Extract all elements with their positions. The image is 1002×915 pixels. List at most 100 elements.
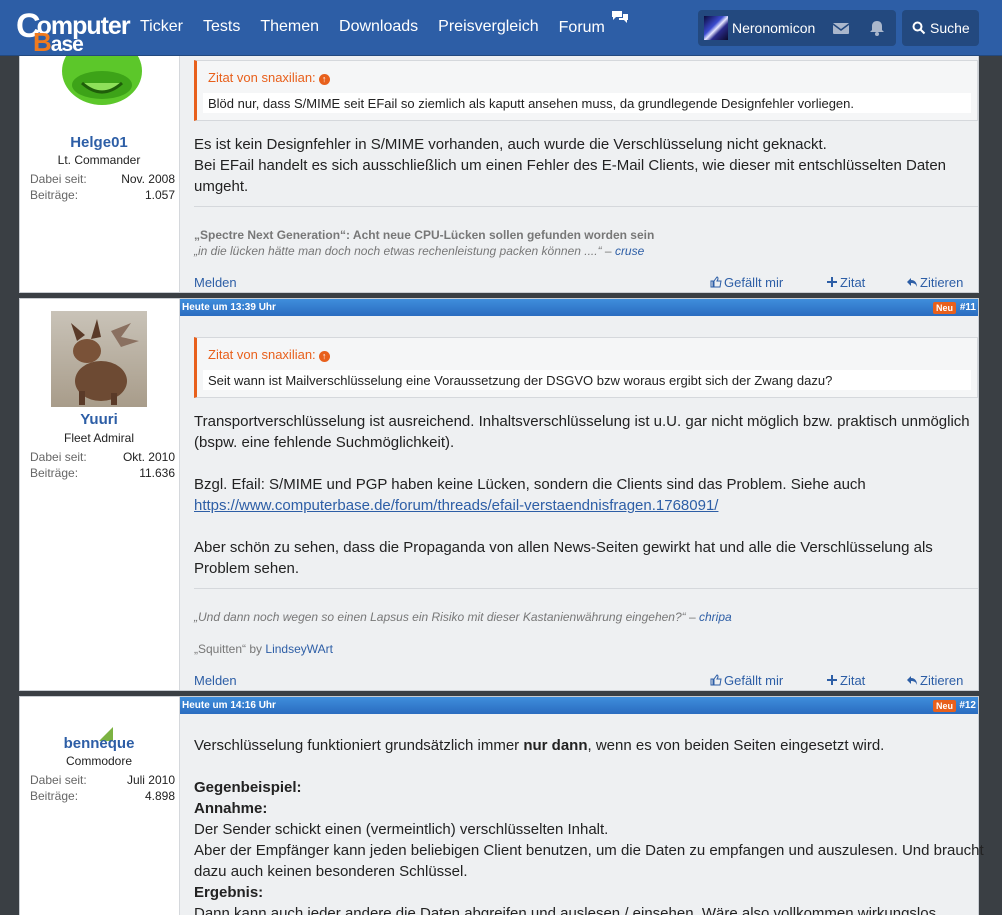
signature-separator: –: [685, 610, 699, 624]
post-paragraph: Dann kann auch jeder andere die Daten ab…: [194, 905, 941, 915]
section-heading: Annahme:: [194, 800, 268, 817]
since-label: Dabei seit:: [30, 773, 87, 787]
quote-label: Zitat: [840, 275, 866, 290]
since-label: Dabei seit:: [30, 172, 87, 186]
site-logo[interactable]: Computer Base: [16, 4, 131, 57]
post-header: Heute um 14:16 Uhr Neu #12: [180, 697, 978, 714]
reply-icon: [907, 278, 917, 287]
posts-value: 1.057: [144, 188, 175, 202]
plus-icon: [827, 675, 837, 685]
post-number[interactable]: #11: [960, 302, 976, 313]
post-body: Verschlüsselung funktioniert grundsätzli…: [194, 735, 984, 915]
main-nav: Ticker Tests Themen Downloads Preisvergl…: [140, 11, 649, 37]
nav-preisvergleich[interactable]: Preisvergleich: [438, 18, 538, 37]
post-paragraph: Transportverschlüsselung ist ausreichend…: [194, 413, 970, 451]
post-date[interactable]: Heute um 14:16 Uhr: [182, 700, 276, 711]
nav-tests[interactable]: Tests: [203, 18, 240, 37]
post-author-panel: Yuuri Fleet Admiral Dabei seit: Okt. 2010…: [20, 299, 180, 690]
since-value: Nov. 2008: [121, 172, 175, 186]
quote-block: Zitat von snaxilian: ↑ Seit wann ist Mail…: [194, 337, 978, 398]
since-value: Juli 2010: [126, 773, 175, 787]
posts-label: Beiträge:: [30, 466, 79, 480]
since-value: Okt. 2010: [122, 450, 175, 464]
quote-header-text: Zitat von snaxilian:: [208, 347, 316, 362]
user-avatar[interactable]: [51, 311, 147, 407]
signature-title-text: „Spectre Next Generation“: Acht neue CPU…: [194, 228, 655, 242]
section-heading: Ergebnis:: [194, 884, 264, 901]
quote-header[interactable]: Zitat von snaxilian: ↑: [208, 347, 330, 362]
author-name[interactable]: benneque: [20, 735, 178, 752]
post-content: Zitat von snaxilian: ↑ Blöd nur, dass S/M…: [180, 41, 978, 292]
signature-quote: „in die lücken hätte man doch noch etwas…: [194, 244, 644, 258]
posts-value: 4.898: [144, 789, 175, 803]
quote-header[interactable]: Zitat von snaxilian: ↑: [208, 70, 330, 85]
posts-label: Beiträge:: [30, 789, 79, 803]
posts-value: 11.636: [139, 466, 175, 480]
nav-forum[interactable]: Forum: [558, 11, 629, 37]
post-number[interactable]: #12: [959, 700, 976, 711]
post-author-panel: Helge01 Lt. Commander Dabei seit: Nov. 20…: [20, 41, 180, 292]
cat-avatar-image: [71, 319, 139, 405]
report-button[interactable]: Melden: [194, 275, 237, 290]
report-button[interactable]: Melden: [194, 673, 237, 688]
text-run: , wenn es von beiden Seiten eingesetzt w…: [587, 737, 885, 754]
signature-title: „Spectre Next Generation“: Acht neue CPU…: [194, 228, 654, 242]
nav-forum-label: Forum: [558, 19, 605, 36]
nav-ticker[interactable]: Ticker: [140, 18, 183, 37]
post-content: Heute um 14:16 Uhr Neu #12 Verschlüsselu…: [180, 697, 984, 915]
reply-label: Zitieren: [920, 275, 964, 290]
like-label: Gefällt mir: [724, 275, 784, 290]
post-paragraph: Verschlüsselung funktioniert grundsätzli…: [194, 735, 984, 756]
search-button[interactable]: Suche: [902, 10, 979, 46]
post-paragraph: Bei EFail handelt es sich ausschließlich…: [194, 157, 947, 195]
signature-art-credit: „Squitten“ by LindseyWArt: [194, 642, 333, 656]
signature-artist-link[interactable]: LindseyWArt: [265, 642, 333, 656]
signature-separator: –: [601, 244, 615, 258]
reply-button[interactable]: Zitieren: [906, 275, 963, 290]
signature-divider: [194, 588, 978, 589]
quote-text: Blöd nur, dass S/MIME seit EFail so ziem…: [203, 93, 971, 113]
quote-button[interactable]: Zitat: [826, 673, 865, 688]
author-posts: Beiträge: 11.636: [30, 466, 175, 480]
post-actions: Melden Gefällt mir Zitat Zitieren: [194, 673, 964, 691]
search-icon: [912, 21, 926, 35]
posts-label: Beiträge:: [30, 188, 79, 202]
post-paragraph: Bzgl. Efail: S/MIME und PGP haben keine …: [194, 474, 984, 516]
quote-button[interactable]: Zitat: [826, 275, 865, 290]
post-body: Es ist kein Designfehler in S/MIME vorha…: [194, 134, 984, 197]
signature-quote-text: „in die lücken hätte man doch noch etwas…: [194, 244, 602, 258]
nav-themen[interactable]: Themen: [260, 18, 319, 37]
reply-label: Zitieren: [920, 673, 964, 688]
author-since: Dabei seit: Juli 2010: [30, 773, 175, 787]
like-button[interactable]: Gefällt mir: [710, 673, 783, 688]
top-bar: Computer Base Ticker Tests Themen Downlo…: [0, 0, 1002, 57]
author-name[interactable]: Yuuri: [20, 411, 178, 428]
post-paragraph-text: Bzgl. Efail: S/MIME und PGP haben keine …: [194, 476, 866, 493]
envelope-icon[interactable]: [832, 20, 850, 36]
quote-text: Seit wann ist Mailverschlüsselung eine V…: [203, 370, 971, 390]
author-name[interactable]: Helge01: [20, 134, 178, 151]
arrow-up-icon[interactable]: ↑: [318, 74, 330, 85]
user-avatar: [704, 16, 728, 40]
post-content: Heute um 13:39 Uhr Neu #11 Zitat von sna…: [180, 299, 978, 690]
thread-link[interactable]: https://www.computerbase.de/forum/thread…: [194, 497, 718, 514]
signature-divider: [194, 206, 978, 207]
author-since: Dabei seit: Okt. 2010: [30, 450, 175, 464]
arrow-up-icon[interactable]: ↑: [318, 351, 330, 362]
signature-author-link[interactable]: cruse: [615, 244, 644, 258]
reply-button[interactable]: Zitieren: [906, 673, 963, 688]
post-paragraph: Aber schön zu sehen, dass die Propaganda…: [194, 539, 933, 577]
search-label: Suche: [930, 20, 970, 36]
post-actions: Melden Gefällt mir Zitat Zitieren: [194, 275, 964, 293]
quote-label: Zitat: [840, 673, 866, 688]
text-bold: nur dann: [523, 737, 588, 754]
new-badge: Neu: [932, 700, 956, 712]
user-menu[interactable]: Neronomicon: [698, 10, 896, 46]
like-button[interactable]: Gefällt mir: [710, 275, 783, 290]
bell-icon[interactable]: [868, 20, 886, 36]
thumbs-up-icon: [710, 674, 722, 686]
quote-block: Zitat von snaxilian: ↑ Blöd nur, dass S/M…: [194, 60, 978, 121]
post-date[interactable]: Heute um 13:39 Uhr: [182, 302, 276, 313]
signature-author-link[interactable]: chripa: [699, 610, 732, 624]
nav-downloads[interactable]: Downloads: [339, 18, 418, 37]
